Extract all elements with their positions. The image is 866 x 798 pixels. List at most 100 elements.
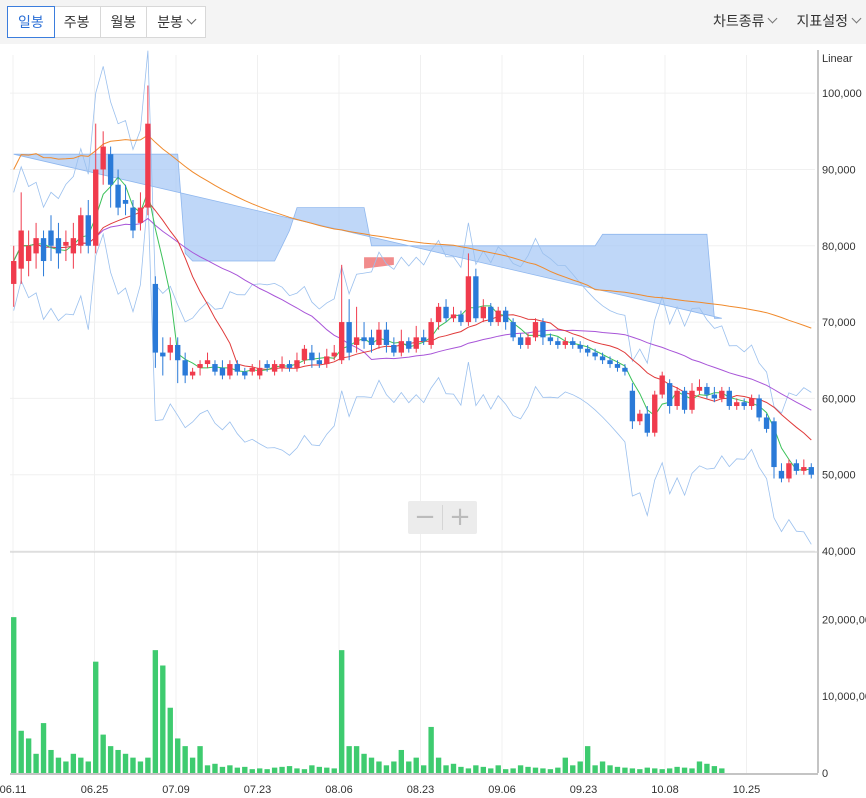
candle-body xyxy=(122,199,129,204)
volume-bar xyxy=(450,763,457,773)
candle xyxy=(204,352,211,368)
stock-chart[interactable]: Linear 100,000 90,000 80,000 70,000 60,000 50,… xyxy=(0,0,866,798)
candle xyxy=(570,337,576,349)
candle-body xyxy=(167,344,173,353)
candle xyxy=(18,192,24,284)
candle-body xyxy=(249,367,255,372)
date-tick-label: 07.23 xyxy=(244,784,272,796)
candle-body xyxy=(301,348,308,361)
candle xyxy=(473,268,479,323)
volume-bar xyxy=(242,766,248,773)
candle-body xyxy=(756,398,762,418)
volume-bar xyxy=(666,768,673,773)
candle xyxy=(249,364,255,376)
volume-bar xyxy=(11,617,17,773)
volume-bar xyxy=(152,650,159,773)
candle xyxy=(107,146,114,208)
zoom-in-button[interactable]: + xyxy=(443,501,477,534)
candle xyxy=(637,409,643,426)
candle-body xyxy=(331,352,337,357)
candle-body xyxy=(55,238,62,254)
volume-bar xyxy=(122,753,129,773)
volume-bar xyxy=(681,767,688,773)
volume-bar xyxy=(257,768,263,773)
candle xyxy=(182,352,188,384)
candle-body xyxy=(465,276,472,323)
volume-bar xyxy=(614,766,621,773)
candle xyxy=(383,322,390,353)
volume-bar xyxy=(339,650,345,773)
price-tick-label: 100,000 xyxy=(822,88,862,100)
volume-bar xyxy=(130,757,136,773)
candle-body xyxy=(435,306,442,323)
date-tick-label: 06.11 xyxy=(0,784,26,796)
volume-bar xyxy=(458,766,464,773)
candle-body xyxy=(510,322,516,338)
candle xyxy=(555,337,561,349)
volume-bar xyxy=(562,757,568,773)
volume-bar xyxy=(428,726,434,773)
candle xyxy=(428,318,434,349)
candle xyxy=(55,222,62,269)
price-tick-label: 80,000 xyxy=(822,241,856,253)
price-tick-label: 50,000 xyxy=(822,470,856,482)
candle xyxy=(100,131,106,185)
candle xyxy=(659,371,665,399)
volume-bar xyxy=(48,749,54,773)
candle-body xyxy=(719,390,725,399)
candle xyxy=(666,379,673,414)
candle xyxy=(748,394,755,410)
volume-bar xyxy=(704,763,710,773)
candle-body xyxy=(458,314,464,323)
candle-body xyxy=(741,402,747,407)
candle xyxy=(793,459,800,475)
candle xyxy=(40,230,47,277)
candle xyxy=(85,199,91,254)
candle-body xyxy=(696,386,703,391)
candle-body xyxy=(420,337,427,342)
candle-body xyxy=(234,364,241,372)
volume-bar xyxy=(555,767,561,773)
zoom-out-button[interactable]: − xyxy=(408,501,442,534)
volume-bar xyxy=(502,769,509,773)
volume-bar xyxy=(391,761,397,773)
candle-body xyxy=(353,337,360,345)
candle xyxy=(592,348,598,361)
candle-body xyxy=(257,367,263,376)
date-tick-label: 10.08 xyxy=(651,784,679,796)
volume-bar xyxy=(204,765,211,773)
candle xyxy=(48,215,54,262)
volume-bar xyxy=(376,761,382,773)
volume-bar xyxy=(100,734,106,773)
candle-body xyxy=(175,344,181,361)
candle xyxy=(25,230,32,277)
volume-bar xyxy=(18,730,24,773)
volume-bar xyxy=(137,761,144,773)
candle xyxy=(391,337,397,357)
date-tick-label: 09.06 xyxy=(488,784,516,796)
candle-body xyxy=(63,241,69,246)
volume-bar xyxy=(644,767,650,773)
candle-body xyxy=(614,364,621,368)
candle-body xyxy=(562,341,568,345)
volume-bar xyxy=(70,753,77,773)
volume-bar xyxy=(473,765,479,773)
candle xyxy=(137,192,144,231)
volume-bar xyxy=(294,768,300,773)
candle-body xyxy=(346,322,352,353)
candle xyxy=(450,306,457,323)
candle xyxy=(801,459,807,475)
volume-bar xyxy=(160,665,166,773)
volume-bar xyxy=(212,763,218,773)
candle xyxy=(622,364,628,376)
candle-body xyxy=(644,413,650,433)
price-tick-label: 60,000 xyxy=(822,393,856,405)
volume-tick-label: 10,000,00 xyxy=(822,691,866,703)
candle-body xyxy=(145,123,151,208)
candle xyxy=(644,406,650,437)
candle xyxy=(212,360,218,376)
volume-bar xyxy=(227,765,233,773)
volume-bar xyxy=(309,765,315,773)
candle-body xyxy=(316,360,323,365)
candle-body xyxy=(652,394,658,433)
